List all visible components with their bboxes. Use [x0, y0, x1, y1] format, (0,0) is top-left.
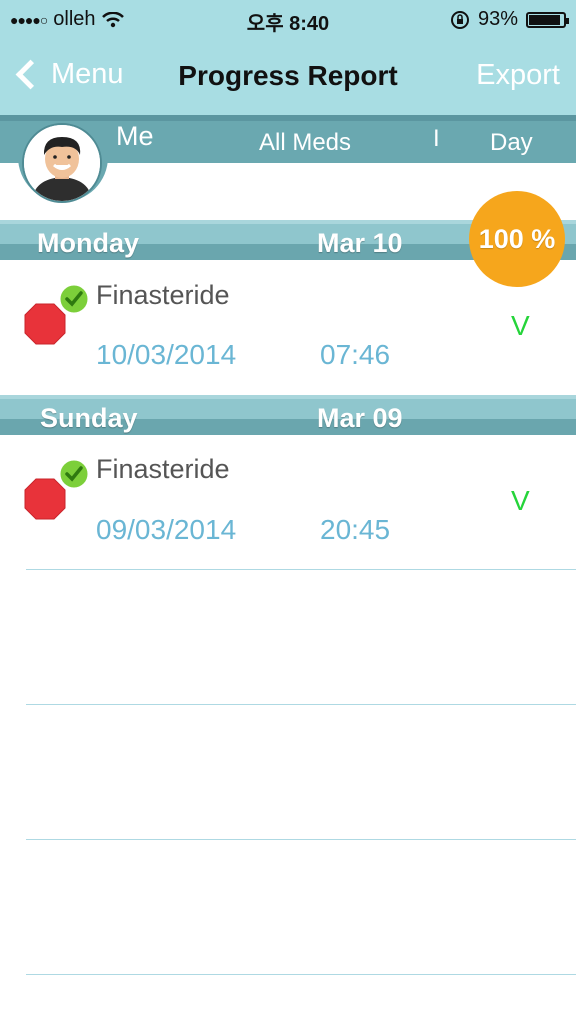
entry-time: 07:46 [320, 339, 391, 370]
filter-separator: I [433, 125, 440, 152]
status-bar: ●●●●○ olleh 오후 8:40 93% [0, 0, 576, 38]
battery-percent: 93% [477, 8, 518, 30]
section-day: Monday [37, 228, 140, 258]
section-day: Sunday [40, 403, 138, 433]
entry-date: 10/03/2014 [96, 339, 237, 370]
section-date: Mar 09 [317, 403, 403, 433]
section-header-1: Sunday Mar 09 [0, 395, 576, 435]
row-divider [26, 839, 576, 840]
status-right: 93% [450, 8, 569, 31]
battery-icon [526, 11, 569, 28]
list-item[interactable]: Finasteride 10/03/2014 07:46 V [0, 260, 576, 394]
user-filter[interactable]: Me [116, 121, 154, 152]
med-name: Finasteride [96, 280, 230, 310]
row-divider [26, 569, 576, 570]
entry-time: 20:45 [320, 514, 391, 545]
row-divider [26, 704, 576, 705]
section-date: Mar 10 [317, 228, 403, 258]
taken-mark: V [511, 310, 530, 341]
filter-bar-shade [0, 115, 576, 121]
row-divider [26, 974, 576, 975]
top-bar: ●●●●○ olleh 오후 8:40 93% Menu Progress Re… [0, 0, 576, 115]
med-name: Finasteride [96, 454, 230, 484]
taken-mark: V [511, 485, 530, 516]
period-filter[interactable]: Day [490, 129, 533, 157]
user-avatar-icon [24, 125, 100, 201]
rotation-lock-icon [450, 10, 469, 29]
export-button[interactable]: Export [476, 59, 560, 92]
check-circle-icon [57, 282, 91, 316]
check-circle-icon [57, 457, 91, 491]
meds-filter[interactable]: All Meds [259, 129, 351, 157]
avatar[interactable] [22, 123, 102, 203]
entry-date: 09/03/2014 [96, 514, 237, 545]
list-item[interactable]: Finasteride 09/03/2014 20:45 V [0, 435, 576, 569]
